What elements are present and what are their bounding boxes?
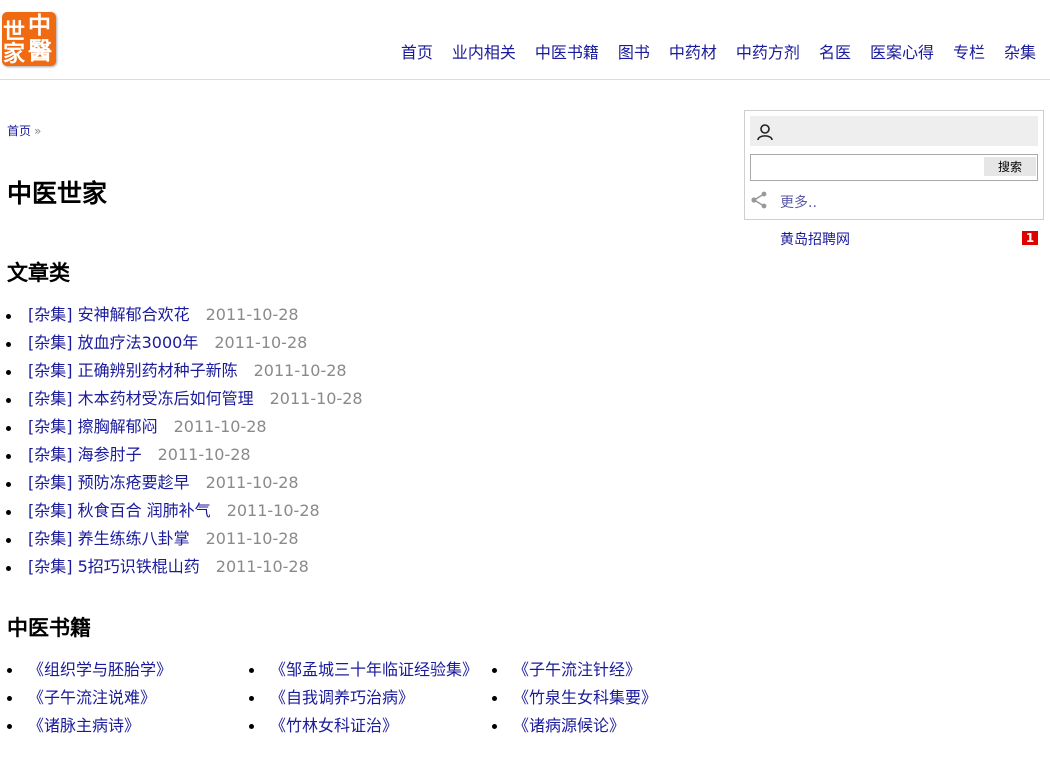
article-title-link[interactable]: 秋食百合 润肺补气: [78, 501, 211, 520]
count-badge: 1: [1022, 231, 1038, 245]
book-link[interactable]: 《邹孟城三十年临证经验集》: [270, 660, 478, 679]
list-item: [杂集] 安神解郁合欢花 2011-10-28: [6, 303, 363, 331]
main-nav: 首页 业内相关 中医书籍 图书 中药材 中药方剂 名医 医案心得 专栏 杂集: [382, 39, 1036, 63]
nav-item-doctors[interactable]: 名医: [819, 39, 851, 63]
list-item: [杂集] 预防冻疮要趁早 2011-10-28: [6, 471, 363, 499]
nav-item-home[interactable]: 首页: [401, 39, 433, 63]
list-item: [杂集] 秋食百合 润肺补气 2011-10-28: [6, 499, 363, 527]
list-item: [杂集] 养生练练八卦掌 2011-10-28: [6, 527, 363, 555]
book-link[interactable]: 《诸脉主病诗》: [28, 716, 140, 735]
article-category-link[interactable]: [杂集]: [28, 305, 73, 324]
page-title: 中医世家: [7, 179, 108, 208]
breadcrumb-separator: »: [34, 124, 42, 138]
list-item: [杂集] 正确辨别药材种子新陈 2011-10-28: [6, 359, 363, 387]
logo-char: 世: [3, 19, 26, 45]
article-date: 2011-10-28: [214, 333, 308, 352]
article-title-link[interactable]: 5招巧识铁棍山药: [78, 557, 200, 576]
user-icon: [757, 124, 773, 141]
books-heading: 中医书籍: [7, 616, 91, 640]
breadcrumb: 首页»: [7, 122, 41, 139]
nav-item-columns[interactable]: 专栏: [953, 39, 985, 63]
list-item: 《诸脉主病诗》: [6, 713, 172, 741]
breadcrumb-home[interactable]: 首页: [7, 124, 31, 138]
article-date: 2011-10-28: [253, 361, 347, 380]
search-input[interactable]: [751, 155, 987, 178]
article-date: 2011-10-28: [205, 305, 299, 324]
search-box: 搜索: [750, 154, 1038, 181]
search-button[interactable]: 搜索: [984, 157, 1036, 176]
list-item: 《组织学与胚胎学》: [6, 657, 172, 685]
article-title-link[interactable]: 安神解郁合欢花: [78, 305, 190, 324]
recruit-link[interactable]: 黄岛招聘网: [780, 229, 850, 249]
list-item: [杂集] 海参肘子 2011-10-28: [6, 443, 363, 471]
article-title-link[interactable]: 擦胸解郁闷: [78, 417, 158, 436]
list-item: [杂集] 5招巧识铁棍山药 2011-10-28: [6, 555, 363, 583]
book-link[interactable]: 《组织学与胚胎学》: [28, 660, 172, 679]
article-category-link[interactable]: [杂集]: [28, 501, 73, 520]
list-item: [杂集] 木本药材受冻后如何管理 2011-10-28: [6, 387, 363, 415]
article-title-link[interactable]: 养生练练八卦掌: [78, 529, 190, 548]
articles-heading: 文章类: [7, 261, 70, 285]
logo-char: 家: [3, 41, 26, 66]
book-column: 《子午流注针经》 《竹泉生女科集要》 《诸病源候论》: [491, 657, 657, 741]
article-date: 2011-10-28: [205, 473, 299, 492]
book-column: 《邹孟城三十年临证经验集》 《自我调养巧治病》 《竹林女科证治》: [248, 657, 478, 741]
nav-item-herbs[interactable]: 中药材: [669, 39, 717, 63]
nav-item-prescriptions[interactable]: 中药方剂: [736, 39, 800, 63]
book-link[interactable]: 《自我调养巧治病》: [270, 688, 414, 707]
article-category-link[interactable]: [杂集]: [28, 389, 73, 408]
user-bar[interactable]: [750, 116, 1038, 146]
list-item: 《子午流注针经》: [491, 657, 657, 685]
more-link[interactable]: 更多..: [780, 192, 817, 212]
logo-char: 中: [28, 12, 51, 39]
article-date: 2011-10-28: [205, 529, 299, 548]
list-item: 《竹林女科证治》: [248, 713, 478, 741]
nav-item-books[interactable]: 图书: [618, 39, 650, 63]
list-item: 《诸病源候论》: [491, 713, 657, 741]
book-column: 《组织学与胚胎学》 《子午流注说难》 《诸脉主病诗》: [6, 657, 172, 741]
article-title-link[interactable]: 放血疗法3000年: [78, 333, 199, 352]
article-list: [杂集] 安神解郁合欢花 2011-10-28 [杂集] 放血疗法3000年 201…: [6, 303, 363, 583]
article-date: 2011-10-28: [157, 445, 251, 464]
list-item: 《邹孟城三十年临证经验集》: [248, 657, 478, 685]
article-date: 2011-10-28: [215, 557, 309, 576]
share-icon[interactable]: [750, 191, 768, 209]
list-item: 《竹泉生女科集要》: [491, 685, 657, 713]
list-item: [杂集] 放血疗法3000年 2011-10-28: [6, 331, 363, 359]
article-title-link[interactable]: 预防冻疮要趁早: [78, 473, 190, 492]
nav-item-industry[interactable]: 业内相关: [452, 39, 516, 63]
article-date: 2011-10-28: [269, 389, 363, 408]
book-link[interactable]: 《子午流注针经》: [513, 660, 641, 679]
article-category-link[interactable]: [杂集]: [28, 557, 73, 576]
article-date: 2011-10-28: [173, 417, 267, 436]
sidebar-widget: 搜索 更多..: [744, 110, 1044, 220]
article-category-link[interactable]: [杂集]: [28, 445, 73, 464]
logo-char: 醫: [28, 36, 52, 65]
article-category-link[interactable]: [杂集]: [28, 417, 73, 436]
nav-item-tcm-books[interactable]: 中医书籍: [535, 39, 599, 63]
list-item: [杂集] 擦胸解郁闷 2011-10-28: [6, 415, 363, 443]
book-link[interactable]: 《诸病源候论》: [513, 716, 625, 735]
list-item: 《子午流注说难》: [6, 685, 172, 713]
article-title-link[interactable]: 海参肘子: [78, 445, 142, 464]
article-category-link[interactable]: [杂集]: [28, 473, 73, 492]
nav-item-misc[interactable]: 杂集: [1004, 39, 1036, 63]
article-category-link[interactable]: [杂集]: [28, 361, 73, 380]
article-title-link[interactable]: 正确辨别药材种子新陈: [78, 361, 238, 380]
site-logo[interactable]: 中 世 家 醫: [2, 12, 56, 66]
article-title-link[interactable]: 木本药材受冻后如何管理: [78, 389, 254, 408]
article-date: 2011-10-28: [226, 501, 320, 520]
book-link[interactable]: 《子午流注说难》: [28, 688, 156, 707]
nav-item-cases[interactable]: 医案心得: [870, 39, 934, 63]
book-link[interactable]: 《竹泉生女科集要》: [513, 688, 657, 707]
list-item: 《自我调养巧治病》: [248, 685, 478, 713]
book-link[interactable]: 《竹林女科证治》: [270, 716, 398, 735]
article-category-link[interactable]: [杂集]: [28, 333, 73, 352]
site-header: 中 世 家 醫 首页 业内相关 中医书籍 图书 中药材 中药方剂 名医 医案心得…: [0, 0, 1050, 80]
article-category-link[interactable]: [杂集]: [28, 529, 73, 548]
